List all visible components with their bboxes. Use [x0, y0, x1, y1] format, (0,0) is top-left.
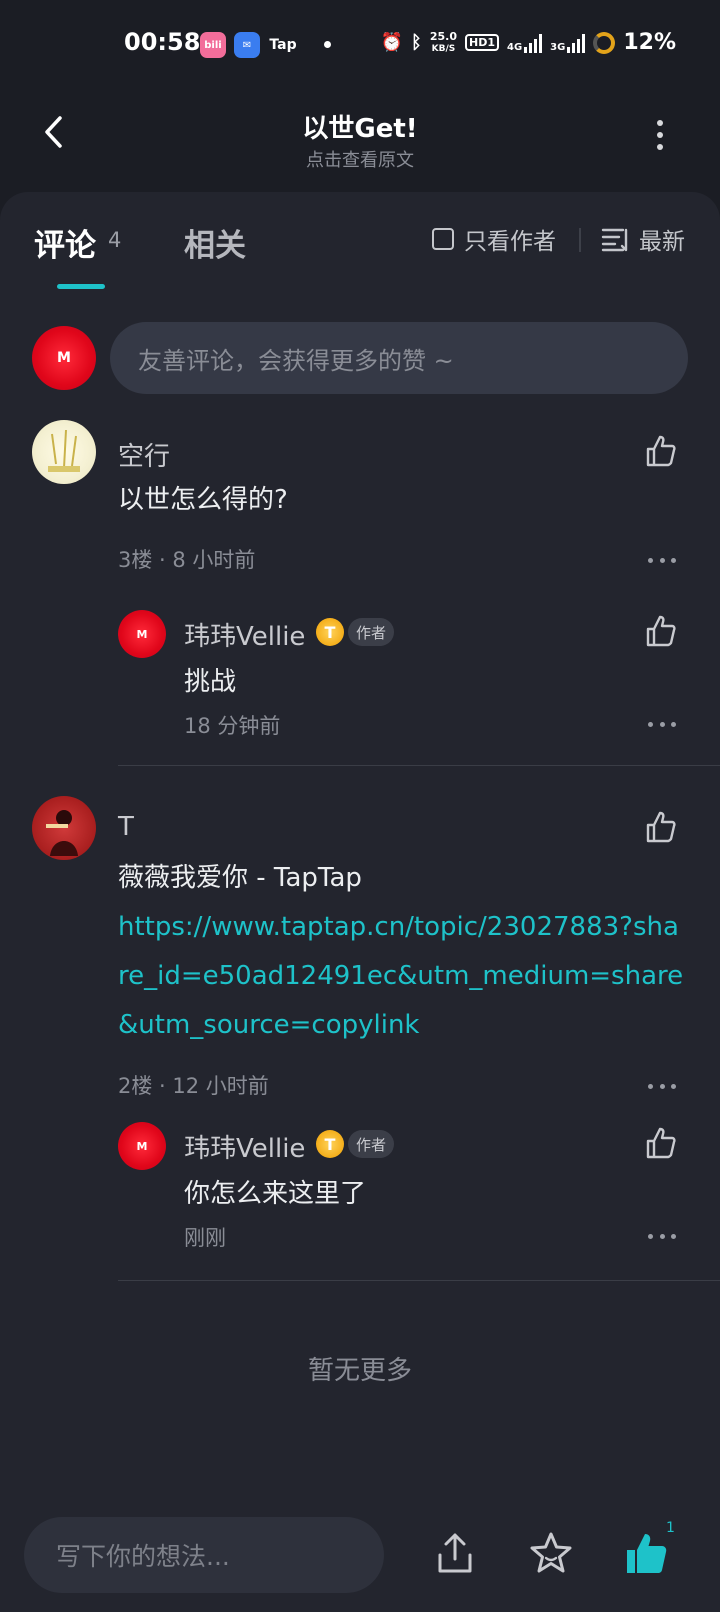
avatar-illustration-icon: [48, 429, 80, 472]
author-badge: 作者: [348, 618, 395, 646]
compose-row: M 友善评论，会获得更多的赞 ~: [32, 322, 688, 394]
checkbox-icon[interactable]: [432, 228, 454, 250]
battery-icon: [593, 31, 616, 54]
hd-icon: HD1: [464, 34, 499, 51]
signal-3g-icon: 3G: [550, 33, 586, 53]
like-icon[interactable]: [644, 434, 678, 468]
reply-meta: 18 分钟前: [184, 714, 281, 738]
more-options-button[interactable]: [650, 120, 670, 150]
comment-link[interactable]: https://www.taptap.cn/topic/23027883?sha…: [118, 903, 688, 1050]
divider: [118, 765, 720, 766]
tab-comments[interactable]: 评论: [34, 220, 96, 265]
reply-text: 你怎么来这里了: [184, 1179, 367, 1209]
comment-author-name[interactable]: 空行: [118, 436, 170, 473]
level-coin-badge: T: [316, 618, 344, 646]
comment-author-name[interactable]: T: [118, 812, 134, 842]
tab-active-indicator: [57, 284, 105, 289]
reply-author-name[interactable]: 玮玮Vellie: [184, 616, 305, 653]
bluetooth-icon: ᛒ: [411, 32, 422, 53]
net-speed-value: 25.0: [429, 29, 457, 43]
sort-icon: [601, 228, 628, 252]
avatar-illustration-icon: [46, 810, 78, 856]
favorite-star-icon[interactable]: [528, 1531, 574, 1577]
top-nav: 以世Get! 点击查看原文: [0, 92, 720, 192]
avatar-logo: M: [136, 627, 148, 641]
reply-meta: 刚刚: [184, 1226, 226, 1250]
reply-more-button[interactable]: [648, 720, 676, 728]
like-count: 1: [666, 1520, 675, 1536]
comment-input[interactable]: 友善评论，会获得更多的赞 ~: [110, 322, 688, 394]
reply-input[interactable]: 写下你的想法...: [24, 1517, 384, 1593]
user-avatar[interactable]: [32, 796, 96, 860]
author-only-toggle[interactable]: 只看作者: [432, 222, 556, 256]
like-icon[interactable]: [644, 1126, 678, 1160]
reply-avatar[interactable]: M: [118, 610, 166, 658]
page-title[interactable]: 以世Get!: [0, 108, 720, 145]
comment-text: 薇薇我爱你 - TapTap https://www.taptap.cn/top…: [118, 854, 688, 1050]
sort-label: 最新: [639, 229, 685, 255]
battery-level: 12%: [623, 30, 676, 55]
alarm-icon: ⏰: [380, 32, 404, 53]
view-original-link[interactable]: 点击查看原文: [0, 146, 720, 172]
comments-count: 4: [108, 228, 122, 252]
notification-dot-icon: [324, 41, 331, 48]
status-right: ⏰ ᛒ 25.0 KB/S HD1 4G 3G 12%: [381, 30, 676, 55]
divider: [118, 1280, 720, 1281]
bilibili-app-icon: bili: [200, 32, 226, 58]
net-speed-unit: KB/S: [431, 43, 456, 54]
sort-button[interactable]: 最新: [601, 222, 685, 256]
comment-text: 以世怎么得的?: [118, 485, 288, 515]
net-4g-label: 4G: [506, 41, 523, 53]
reply-author-name[interactable]: 玮玮Vellie: [184, 1128, 305, 1165]
like-icon[interactable]: [644, 614, 678, 648]
reply-more-button[interactable]: [648, 1232, 676, 1240]
author-badge: 作者: [348, 1130, 395, 1158]
taptap-app-icon: Tap: [269, 37, 297, 53]
tab-related[interactable]: 相关: [184, 220, 246, 265]
mail-app-icon: ✉: [234, 32, 260, 58]
reply-avatar[interactable]: M: [118, 1122, 166, 1170]
comment-meta: 3楼 · 8 小时前: [118, 548, 256, 572]
my-avatar[interactable]: M: [32, 326, 96, 390]
like-filled-icon[interactable]: [624, 1531, 670, 1577]
comment-meta: 2楼 · 12 小时前: [118, 1074, 269, 1098]
net-speed: 25.0 KB/S: [430, 31, 457, 55]
divider: [579, 228, 581, 252]
comment-more-button[interactable]: [648, 556, 676, 564]
net-3g-label: 3G: [550, 41, 566, 53]
author-only-label: 只看作者: [464, 229, 556, 255]
signal-4g-icon: 4G: [506, 33, 543, 53]
comment-text-line: 薇薇我爱你 - TapTap: [118, 863, 362, 893]
reply-text: 挑战: [184, 667, 237, 697]
comments-panel: 评论 4 相关 只看作者 最新 M 友善评论，会获得更多的赞 ~ 空行 以世怎么…: [0, 192, 720, 1612]
level-coin-badge: T: [316, 1130, 344, 1158]
no-more-text: 暂无更多: [307, 1356, 412, 1386]
status-bar: 00:58 bili ✉ Tap ⏰ ᛒ 25.0 KB/S HD1 4G 3G…: [0, 0, 720, 92]
user-avatar[interactable]: [32, 420, 96, 484]
status-time: 00:58: [124, 28, 201, 56]
avatar-logo: M: [57, 350, 71, 366]
avatar-logo: M: [136, 1139, 148, 1153]
like-icon[interactable]: [644, 810, 678, 844]
share-icon[interactable]: [432, 1531, 478, 1577]
comment-more-button[interactable]: [648, 1082, 676, 1090]
